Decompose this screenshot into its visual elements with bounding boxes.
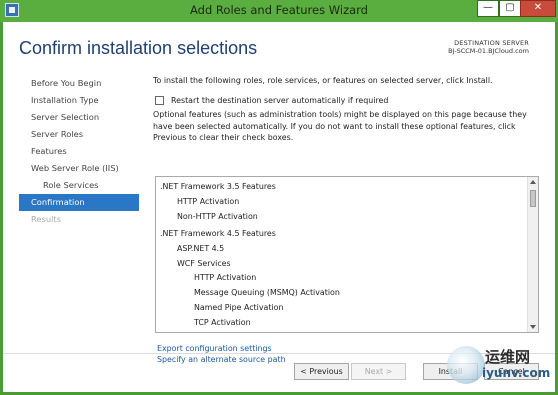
nav-item-confirmation[interactable]: Confirmation — [19, 194, 139, 211]
intro-text: To install the following roles, role ser… — [153, 76, 493, 85]
list-item: WCF Services — [177, 259, 231, 268]
restart-option[interactable]: Restart the destination server automatic… — [155, 96, 388, 105]
list-item: .NET Framework 3.5 Features — [160, 182, 276, 191]
page-title: Confirm installation selections — [19, 38, 258, 58]
list-item: Message Queuing (MSMQ) Activation — [194, 288, 340, 297]
next-button: Next > — [351, 363, 406, 380]
export-configuration-link[interactable]: Export configuration settings — [157, 344, 272, 353]
scroll-thumb[interactable] — [530, 190, 536, 207]
site-watermark: 运维网 iyunv.com — [447, 344, 551, 386]
features-scrollbar[interactable] — [527, 177, 538, 332]
list-item: TCP Activation — [194, 318, 251, 327]
confirmation-content: To install the following roles, role ser… — [153, 75, 543, 364]
previous-button[interactable]: < Previous — [294, 363, 349, 380]
window-title: Add Roles and Features Wizard — [190, 3, 368, 17]
nav-item-role-services[interactable]: Role Services — [19, 177, 139, 194]
nav-item-features[interactable]: Features — [19, 143, 139, 160]
watermark-text-url: iyunv.com — [482, 366, 551, 380]
nav-item-server-selection[interactable]: Server Selection — [19, 109, 139, 126]
restore-button[interactable]: ▢ — [499, 0, 521, 17]
wizard-window: Add Roles and Features Wizard — ▢ ✕ Conf… — [0, 0, 558, 395]
optional-features-note: Optional features (such as administratio… — [153, 110, 527, 143]
nav-item-results: Results — [31, 214, 61, 224]
list-item: HTTP Activation — [194, 273, 257, 282]
nav-item-server-roles[interactable]: Server Roles — [19, 126, 139, 143]
nav-item-web-server-role[interactable]: Web Server Role (IIS) — [19, 160, 139, 177]
scroll-down-icon[interactable] — [530, 325, 536, 329]
nav-item-before-you-begin[interactable]: Before You Begin — [19, 75, 139, 92]
nav-item-installation-type[interactable]: Installation Type — [19, 92, 139, 109]
close-button[interactable]: ✕ — [520, 0, 556, 17]
minimize-button[interactable]: — — [477, 0, 499, 17]
list-item: Named Pipe Activation — [194, 303, 284, 312]
watermark-logo-icon — [447, 346, 485, 384]
wizard-nav: Before You Begin Installation Type Serve… — [19, 75, 139, 228]
list-item: .NET Framework 4.5 Features — [160, 229, 276, 238]
restart-checkbox[interactable] — [155, 96, 164, 105]
list-item: Non-HTTP Activation — [177, 212, 258, 221]
scroll-up-icon[interactable] — [530, 180, 536, 184]
title-bar: Add Roles and Features Wizard — ▢ ✕ — [0, 0, 558, 22]
wizard-client-area: Confirm installation selections DESTINAT… — [3, 22, 555, 392]
destination-server-label: DESTINATION SERVER — [454, 39, 529, 47]
alternate-source-link[interactable]: Specify an alternate source path — [157, 355, 286, 364]
features-list[interactable]: .NET Framework 3.5 Features HTTP Activat… — [155, 176, 539, 333]
destination-server-name: BJ-SCCM-01.BJCloud.com — [448, 47, 529, 55]
list-item: HTTP Activation — [177, 197, 240, 206]
list-item: ASP.NET 4.5 — [177, 244, 225, 253]
watermark-text-cn: 运维网 — [485, 348, 531, 366]
restart-checkbox-label[interactable]: Restart the destination server automatic… — [171, 96, 388, 105]
